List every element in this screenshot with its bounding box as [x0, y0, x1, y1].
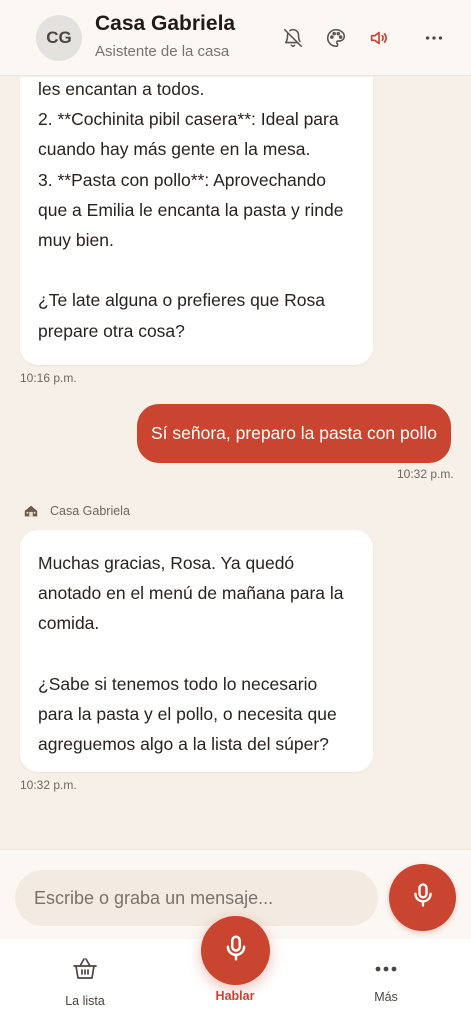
message-sender: Casa Gabriela [22, 502, 130, 520]
chat-title: Casa Gabriela [95, 12, 236, 35]
avatar[interactable]: CG [36, 15, 82, 61]
mic-icon [409, 881, 437, 914]
chat-messages[interactable]: les encantan a todos. 2. **Cochinita pib… [0, 77, 471, 849]
talk-button[interactable] [201, 916, 270, 985]
assistant-message-bubble: Muchas gracias, Rosa. Ya quedó anotado e… [20, 530, 373, 772]
more-dots-icon [372, 959, 400, 984]
record-button[interactable] [389, 864, 456, 931]
user-message-bubble: Sí señora, preparo la pasta con pollo [137, 404, 451, 463]
palette-icon[interactable] [324, 26, 348, 50]
speaker-icon[interactable] [367, 26, 391, 50]
message-input[interactable] [15, 870, 378, 926]
mic-icon [221, 933, 251, 968]
tab-talk-label[interactable]: Hablar [205, 989, 265, 1003]
more-icon[interactable] [422, 26, 446, 50]
sender-name: Casa Gabriela [50, 504, 130, 518]
message-time: 10:32 p.m. [397, 467, 454, 481]
message-time: 10:16 p.m. [20, 371, 77, 385]
chat-subtitle: Asistente de la casa [95, 43, 230, 60]
tab-label: La lista [65, 994, 105, 1008]
tab-shopping-list[interactable]: La lista [40, 955, 130, 1008]
house-avatar-icon [22, 502, 40, 520]
tab-label: Más [374, 990, 398, 1004]
bell-off-icon[interactable] [281, 26, 305, 50]
basket-icon [71, 955, 99, 988]
message-time: 10:32 p.m. [20, 778, 77, 792]
assistant-message-bubble: les encantan a todos. 2. **Cochinita pib… [20, 77, 373, 365]
tab-more[interactable]: Más [341, 959, 431, 1004]
chat-header: CG Casa Gabriela Asistente de la casa [0, 0, 471, 76]
